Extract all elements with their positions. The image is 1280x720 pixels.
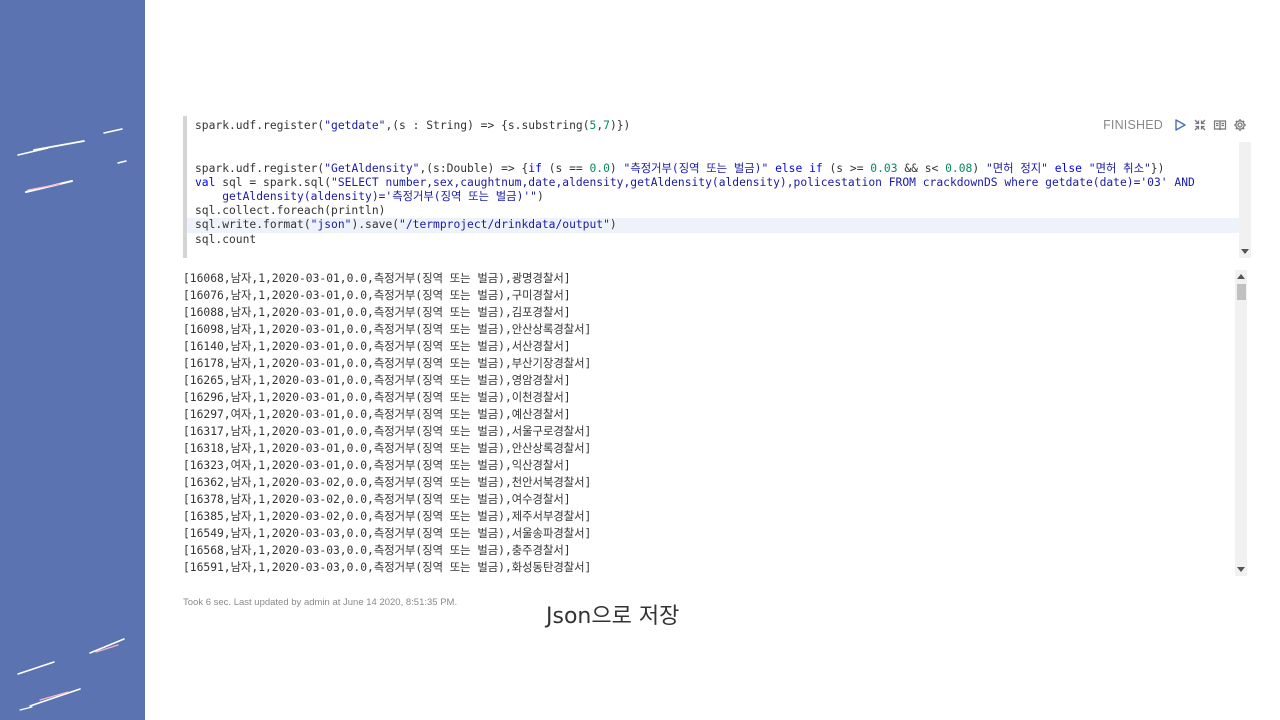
code-token: else xyxy=(1054,161,1082,175)
paragraph-controls: FINISHED xyxy=(1103,118,1247,132)
code-token: val xyxy=(195,175,216,189)
code-token: "측정거부(징역 또는 벌금)" xyxy=(623,161,769,175)
output-line: [16591,남자,1,2020-03-03,0.0,측정거부(징역 또는 벌금… xyxy=(183,561,592,574)
code-text[interactable]: spark.udf.register("getdate",(s : String… xyxy=(187,119,1239,247)
code-line[interactable]: sql.collect.foreach(println) xyxy=(195,204,1239,218)
code-line[interactable]: sql.count xyxy=(195,233,1239,247)
code-token: "getdate" xyxy=(324,119,386,132)
code-token: 0.0 xyxy=(589,161,610,175)
output-line: [16378,남자,1,2020-03-02,0.0,측정거부(징역 또는 벌금… xyxy=(183,493,571,506)
scroll-up-arrow[interactable] xyxy=(1237,274,1245,279)
code-token: sql.collect.foreach(println) xyxy=(195,204,386,218)
code-token: spark.udf.register( xyxy=(195,119,325,132)
output-line: [16088,남자,1,2020-03-01,0.0,측정거부(징역 또는 벌금… xyxy=(183,306,571,319)
code-line[interactable]: getAldensity(aldensity)='측정거부(징역 또는 벌금)'… xyxy=(195,190,1239,204)
code-token: ) xyxy=(972,161,986,175)
code-line[interactable]: sql.write.format("json").save("/termproj… xyxy=(187,218,1239,233)
output-line: [16549,남자,1,2020-03-03,0.0,측정거부(징역 또는 벌금… xyxy=(183,527,592,540)
output-line: [16318,남자,1,2020-03-01,0.0,측정거부(징역 또는 벌금… xyxy=(183,442,592,455)
code-token: ,(s:Double) => { xyxy=(419,161,529,175)
output-line: [16265,남자,1,2020-03-01,0.0,측정거부(징역 또는 벌금… xyxy=(183,374,571,387)
code-token: "/termproject/drinkdata/output" xyxy=(399,218,610,232)
book-icon[interactable] xyxy=(1213,118,1227,132)
decorative-streaks xyxy=(17,128,127,711)
code-token: 0.08 xyxy=(945,161,973,175)
code-token: "면허 정지" xyxy=(985,161,1048,175)
output-line: [16568,남자,1,2020-03-03,0.0,측정거부(징역 또는 벌금… xyxy=(183,544,571,557)
output-line: [16362,남자,1,2020-03-02,0.0,측정거부(징역 또는 벌금… xyxy=(183,476,592,489)
code-token: sql.write.format( xyxy=(195,218,311,232)
code-token: (s == xyxy=(541,161,590,175)
code-editor[interactable]: spark.udf.register("getdate",(s : String… xyxy=(183,116,1255,258)
paragraph-footer: Took 6 sec. Last updated by admin at Jun… xyxy=(183,597,458,608)
output-line: [16317,남자,1,2020-03-01,0.0,측정거부(징역 또는 벌금… xyxy=(183,425,592,438)
output-scrollbar[interactable] xyxy=(1235,270,1247,576)
expand-icon[interactable] xyxy=(1193,118,1207,132)
output-panel: [16068,남자,1,2020-03-01,0.0,측정거부(징역 또는 벌금… xyxy=(183,270,1251,576)
code-token: "면허 취소" xyxy=(1088,161,1151,175)
code-token: ) xyxy=(609,161,624,175)
output-line: [16296,남자,1,2020-03-01,0.0,측정거부(징역 또는 벌금… xyxy=(183,391,571,404)
code-scrollbar[interactable] xyxy=(1239,142,1251,258)
code-line[interactable]: spark.udf.register("getdate",(s : String… xyxy=(195,119,1239,133)
decorative-sidebar xyxy=(0,0,145,720)
code-token: )}) xyxy=(609,119,631,132)
status-label: FINISHED xyxy=(1103,118,1163,132)
code-token: ) xyxy=(609,218,617,232)
scroll-thumb[interactable] xyxy=(1237,284,1246,300)
code-token: ) xyxy=(536,189,544,203)
code-token: 7 xyxy=(603,119,610,132)
code-token: 0.03 xyxy=(870,161,898,175)
code-token: ).save( xyxy=(351,218,400,232)
code-token: "json" xyxy=(310,218,352,232)
code-token: sql.count xyxy=(195,232,257,246)
code-token: getAldensity(aldensity)='측정거부(징역 또는 벌금)'… xyxy=(195,189,537,203)
gear-icon[interactable] xyxy=(1233,118,1247,132)
code-line[interactable] xyxy=(195,147,1239,161)
code-token: "GetAldensity" xyxy=(324,161,420,175)
code-line[interactable] xyxy=(195,133,1239,147)
code-token: (s >= xyxy=(822,161,871,175)
code-token: sql = spark.sql( xyxy=(215,175,332,189)
code-line[interactable]: spark.udf.register("GetAldensity",(s:Dou… xyxy=(195,162,1239,176)
scroll-down-arrow[interactable] xyxy=(1237,567,1245,572)
code-token: "SELECT number,sex,caughtnum,date,aldens… xyxy=(331,175,1195,189)
output-line: [16178,남자,1,2020-03-01,0.0,측정거부(징역 또는 벌금… xyxy=(183,357,592,370)
code-token: if xyxy=(528,161,542,175)
output-line: [16140,남자,1,2020-03-01,0.0,측정거부(징역 또는 벌금… xyxy=(183,340,571,353)
code-token: ,(s : String) => {s.substring( xyxy=(385,119,590,132)
slide-caption: Json으로 저장 xyxy=(546,604,680,629)
output-line: [16323,여자,1,2020-03-01,0.0,측정거부(징역 또는 벌금… xyxy=(183,459,571,472)
output-line: [16076,남자,1,2020-03-01,0.0,측정거부(징역 또는 벌금… xyxy=(183,289,571,302)
output-line: [16098,남자,1,2020-03-01,0.0,측정거부(징역 또는 벌금… xyxy=(183,323,592,336)
output-line: [16385,남자,1,2020-03-02,0.0,측정거부(징역 또는 벌금… xyxy=(183,510,592,523)
output-line: [16297,여자,1,2020-03-01,0.0,측정거부(징역 또는 벌금… xyxy=(183,408,571,421)
output-line: [16068,남자,1,2020-03-01,0.0,측정거부(징역 또는 벌금… xyxy=(183,272,571,285)
code-token: else if xyxy=(775,161,823,175)
code-token: spark.udf.register( xyxy=(195,161,325,175)
code-token: && s< xyxy=(897,161,946,175)
code-token: }) xyxy=(1150,161,1165,175)
play-icon[interactable] xyxy=(1173,118,1187,132)
scroll-down-arrow[interactable] xyxy=(1241,249,1249,254)
output-text: [16068,남자,1,2020-03-01,0.0,측정거부(징역 또는 벌금… xyxy=(183,270,591,576)
code-line[interactable]: val sql = spark.sql("SELECT number,sex,c… xyxy=(195,176,1239,190)
